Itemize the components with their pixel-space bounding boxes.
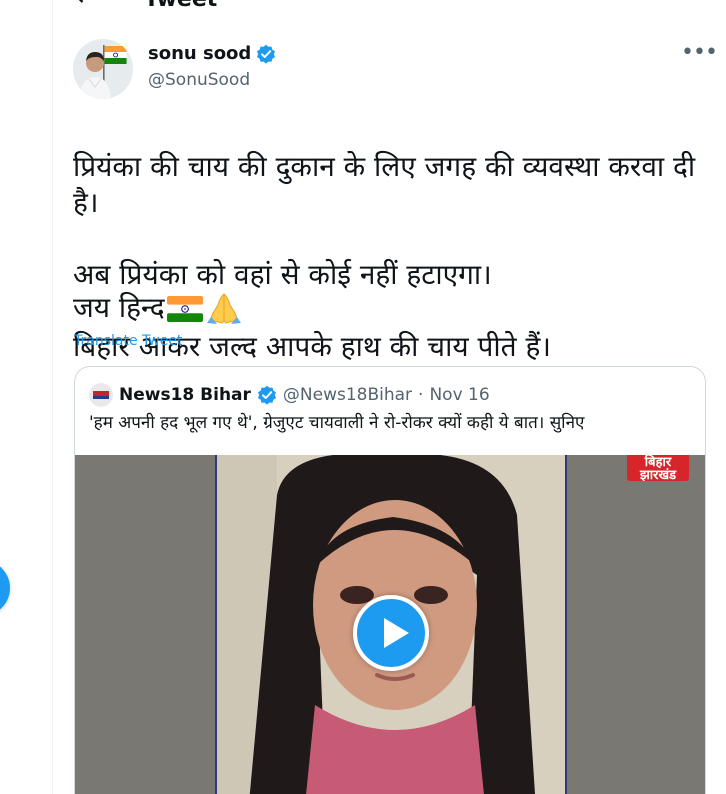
author-handle[interactable]: @SonuSood bbox=[148, 69, 250, 91]
page-header: ← Tweet bbox=[52, 0, 726, 14]
verified-badge-icon bbox=[256, 44, 276, 64]
play-icon bbox=[384, 618, 409, 648]
quoted-tweet-date[interactable]: Nov 16 bbox=[429, 384, 489, 406]
flag-india-icon bbox=[166, 295, 203, 322]
tweet-text: प्रियंका की चाय की दुकान के लिए जगह की व… bbox=[73, 113, 703, 401]
column-divider bbox=[52, 0, 53, 794]
compose-tweet-button[interactable] bbox=[0, 560, 10, 616]
tweet-page: ← Tweet sonu sood @SonuSood ••• प्रि bbox=[0, 0, 726, 794]
tweet-text-line: प्रियंका की चाय की दुकान के लिए जगह की व… bbox=[73, 150, 696, 219]
translate-tweet-link[interactable]: Translate Tweet bbox=[74, 332, 182, 350]
quoted-tweet-text: 'हम अपनी हद भूल गए थे', ग्रेजुएट चायवाली… bbox=[89, 413, 585, 433]
author-name-row[interactable]: sonu sood bbox=[148, 43, 276, 65]
author-name[interactable]: sonu sood bbox=[148, 43, 251, 65]
meta-separator: · bbox=[418, 385, 424, 405]
quoted-author-avatar[interactable] bbox=[89, 383, 113, 407]
quoted-author-handle[interactable]: @News18Bihar bbox=[283, 384, 412, 406]
quoted-author-name[interactable]: News18 Bihar bbox=[119, 384, 251, 406]
author-avatar[interactable] bbox=[73, 39, 133, 99]
more-options-icon[interactable]: ••• bbox=[681, 42, 718, 64]
video-thumbnail[interactable]: बिहार झारखंड bbox=[75, 455, 705, 794]
play-button[interactable] bbox=[353, 595, 429, 671]
channel-badge: बिहार झारखंड bbox=[627, 455, 689, 481]
back-arrow-icon[interactable]: ← bbox=[76, 0, 96, 12]
sign-off-text: जय हिन्द bbox=[73, 291, 165, 324]
channel-badge-line: झारखंड bbox=[639, 468, 677, 481]
quoted-tweet-header: News18 Bihar @News18Bihar · Nov 16 bbox=[89, 383, 490, 407]
verified-badge-icon bbox=[257, 385, 277, 405]
folded-hands-icon bbox=[205, 291, 243, 325]
quoted-tweet-card[interactable]: News18 Bihar @News18Bihar · Nov 16 'हम अ… bbox=[74, 366, 706, 794]
page-title: Tweet bbox=[144, 0, 217, 14]
tweet-text-line: अब प्रियंका को वहां से कोई नहीं हटाएगा। bbox=[73, 258, 492, 291]
tweet-sign-off: जय हिन्द bbox=[73, 290, 243, 326]
